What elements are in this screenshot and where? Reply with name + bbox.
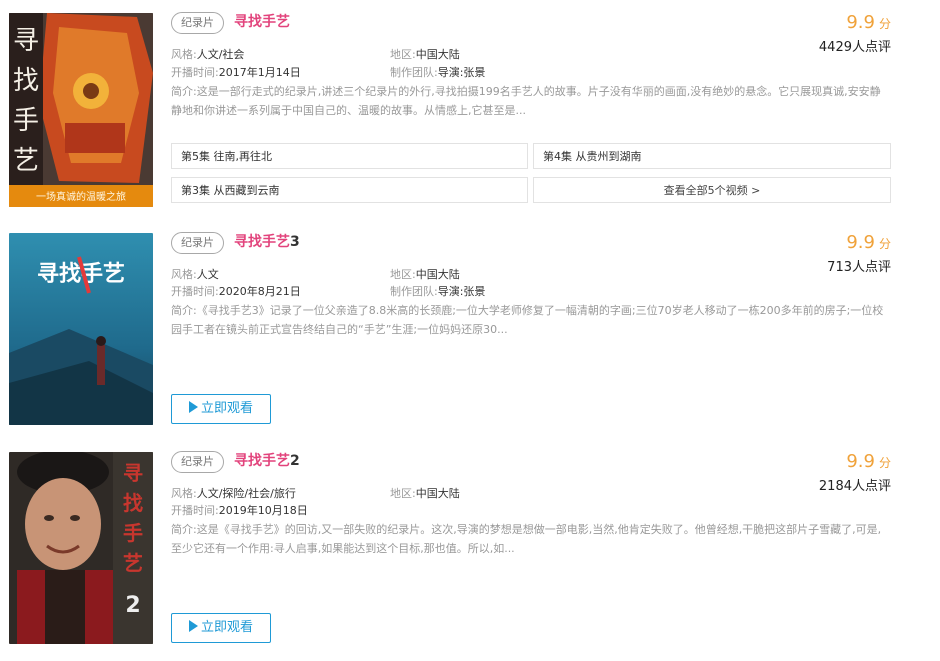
title-highlight[interactable]: 寻找手艺 [234, 453, 290, 469]
date-row: 开播时间:2020年8月21日 [171, 285, 301, 299]
watch-now-label: 立即观看 [200, 620, 253, 635]
result-info: 纪录片 寻找手艺 9.9 分 4429人点评 风格:人文/社会 地区:中国大陆 开… [171, 12, 891, 208]
category-tag: 纪录片 [171, 451, 224, 473]
score-value: 9.9 [846, 232, 875, 253]
date-row: 开播时间:2017年1月14日 [171, 66, 301, 80]
result-item-1: 寻 找 手 艺 一场真诚的温暖之旅 纪录片 寻找手艺 9.9 分 4429人点评 … [0, 12, 940, 212]
region-row: 地区:中国大陆 [390, 268, 460, 282]
result-item-3: 寻 找 手 艺 2 纪录片 寻找手艺2 9.9 分 2184人点评 风格:人文/探… [0, 451, 940, 647]
description: 简介:这是《寻找手艺》的回访,又一部失败的纪录片。这次,导演的梦想是想做一部电影… [171, 523, 882, 555]
date-row: 开播时间:2019年10月18日 [171, 504, 308, 518]
poster-caption: 一场真诚的温暖之旅 [36, 190, 126, 203]
region-row: 地区:中国大陆 [390, 48, 460, 62]
poster-title-char: 寻 [13, 26, 39, 56]
team-value: 导演:张景 [437, 66, 486, 79]
team-value: 导演:张景 [437, 285, 486, 298]
review-count: 2184人点评 [818, 479, 891, 494]
genre-label: 风格: [171, 487, 197, 500]
play-icon [188, 620, 198, 632]
result-title[interactable]: 寻找手艺3 [234, 232, 300, 252]
score-unit: 分 [878, 456, 891, 470]
region-value: 中国大陆 [415, 48, 460, 61]
result-title[interactable]: 寻找手艺 [234, 12, 290, 32]
category-tag: 纪录片 [171, 232, 224, 254]
date-value: 2019年10月18日 [218, 504, 308, 517]
title-suffix[interactable]: 3 [290, 234, 300, 250]
region-label: 地区: [390, 487, 416, 500]
region-label: 地区: [390, 48, 416, 61]
result-item-2: 寻找手艺 纪录片 寻找手艺3 9.9 分 713人点评 风格:人文 地区:中国大陆… [0, 232, 940, 428]
category-tag: 纪录片 [171, 12, 224, 34]
title-highlight[interactable]: 寻找手艺 [234, 234, 290, 250]
watch-now-button[interactable]: 立即观看 [171, 394, 271, 424]
region-value: 中国大陆 [415, 268, 460, 281]
watch-now-button[interactable]: 立即观看 [171, 613, 271, 643]
result-info: 纪录片 寻找手艺2 9.9 分 2184人点评 风格:人文/探险/社会/旅行 地区… [171, 451, 891, 647]
score: 9.9 分 [846, 12, 891, 34]
review-count: 713人点评 [827, 260, 891, 275]
team-label: 制作团队: [390, 66, 438, 79]
score-value: 9.9 [846, 12, 875, 33]
team-label: 制作团队: [390, 285, 438, 298]
episode-link[interactable]: 第3集 从西藏到云南 [171, 177, 528, 203]
result-info: 纪录片 寻找手艺3 9.9 分 713人点评 风格:人文 地区:中国大陆 开播时间… [171, 232, 891, 428]
date-label: 开播时间: [171, 285, 219, 298]
team-row: 制作团队:导演:张景 [390, 66, 485, 80]
watch-now-label: 立即观看 [200, 401, 253, 416]
date-label: 开播时间: [171, 66, 219, 79]
score-unit: 分 [878, 17, 891, 31]
title-suffix[interactable]: 2 [290, 453, 300, 469]
genre-value: 人文 [196, 268, 219, 281]
poster-image[interactable]: 寻找手艺 [9, 233, 153, 425]
region-label: 地区: [390, 268, 416, 281]
description: 简介:《寻找手艺3》记录了一位父亲造了8.8米高的长颈鹿;一位大学老师修复了一幅… [171, 304, 884, 336]
view-all-videos-link[interactable]: 查看全部5个视频 > [533, 177, 891, 203]
genre-label: 风格: [171, 268, 197, 281]
score-unit: 分 [878, 237, 891, 251]
genre-label: 风格: [171, 48, 197, 61]
result-title[interactable]: 寻找手艺2 [234, 451, 300, 471]
episode-link[interactable]: 第5集 往南,再往北 [171, 143, 528, 169]
poster-title-char: 寻 [123, 461, 143, 485]
genre-row: 风格:人文 [171, 268, 219, 282]
date-label: 开播时间: [171, 504, 219, 517]
poster-title-char: 手 [13, 106, 39, 136]
title-highlight[interactable]: 寻找手艺 [234, 14, 290, 30]
poster-title-char: 艺 [13, 146, 39, 176]
review-count: 4429人点评 [818, 40, 891, 55]
genre-row: 风格:人文/社会 [171, 48, 244, 62]
date-value: 2020年8月21日 [218, 285, 301, 298]
region-value: 中国大陆 [415, 487, 460, 500]
score: 9.9 分 [846, 232, 891, 254]
poster-image[interactable]: 寻 找 手 艺 2 [9, 452, 153, 644]
score-value: 9.9 [846, 451, 875, 472]
poster-title-char: 手 [123, 521, 143, 545]
genre-row: 风格:人文/探险/社会/旅行 [171, 487, 296, 501]
play-icon [188, 401, 198, 413]
description: 简介:这是一部行走式的纪录片,讲述三个纪录片的外行,寻找拍摄199名手艺人的故事… [171, 85, 881, 117]
region-row: 地区:中国大陆 [390, 487, 460, 501]
poster-title-char: 艺 [123, 551, 143, 575]
poster-image[interactable]: 寻 找 手 艺 一场真诚的温暖之旅 [9, 13, 153, 207]
genre-value: 人文/探险/社会/旅行 [196, 487, 296, 500]
date-value: 2017年1月14日 [218, 66, 301, 79]
poster-title-char: 找 [13, 66, 39, 96]
score: 9.9 分 [846, 451, 891, 473]
genre-value: 人文/社会 [196, 48, 245, 61]
team-row: 制作团队:导演:张景 [390, 285, 485, 299]
poster-title-char: 找 [123, 491, 143, 515]
episode-link[interactable]: 第4集 从贵州到湖南 [533, 143, 891, 169]
poster-title-char: 2 [125, 593, 140, 618]
